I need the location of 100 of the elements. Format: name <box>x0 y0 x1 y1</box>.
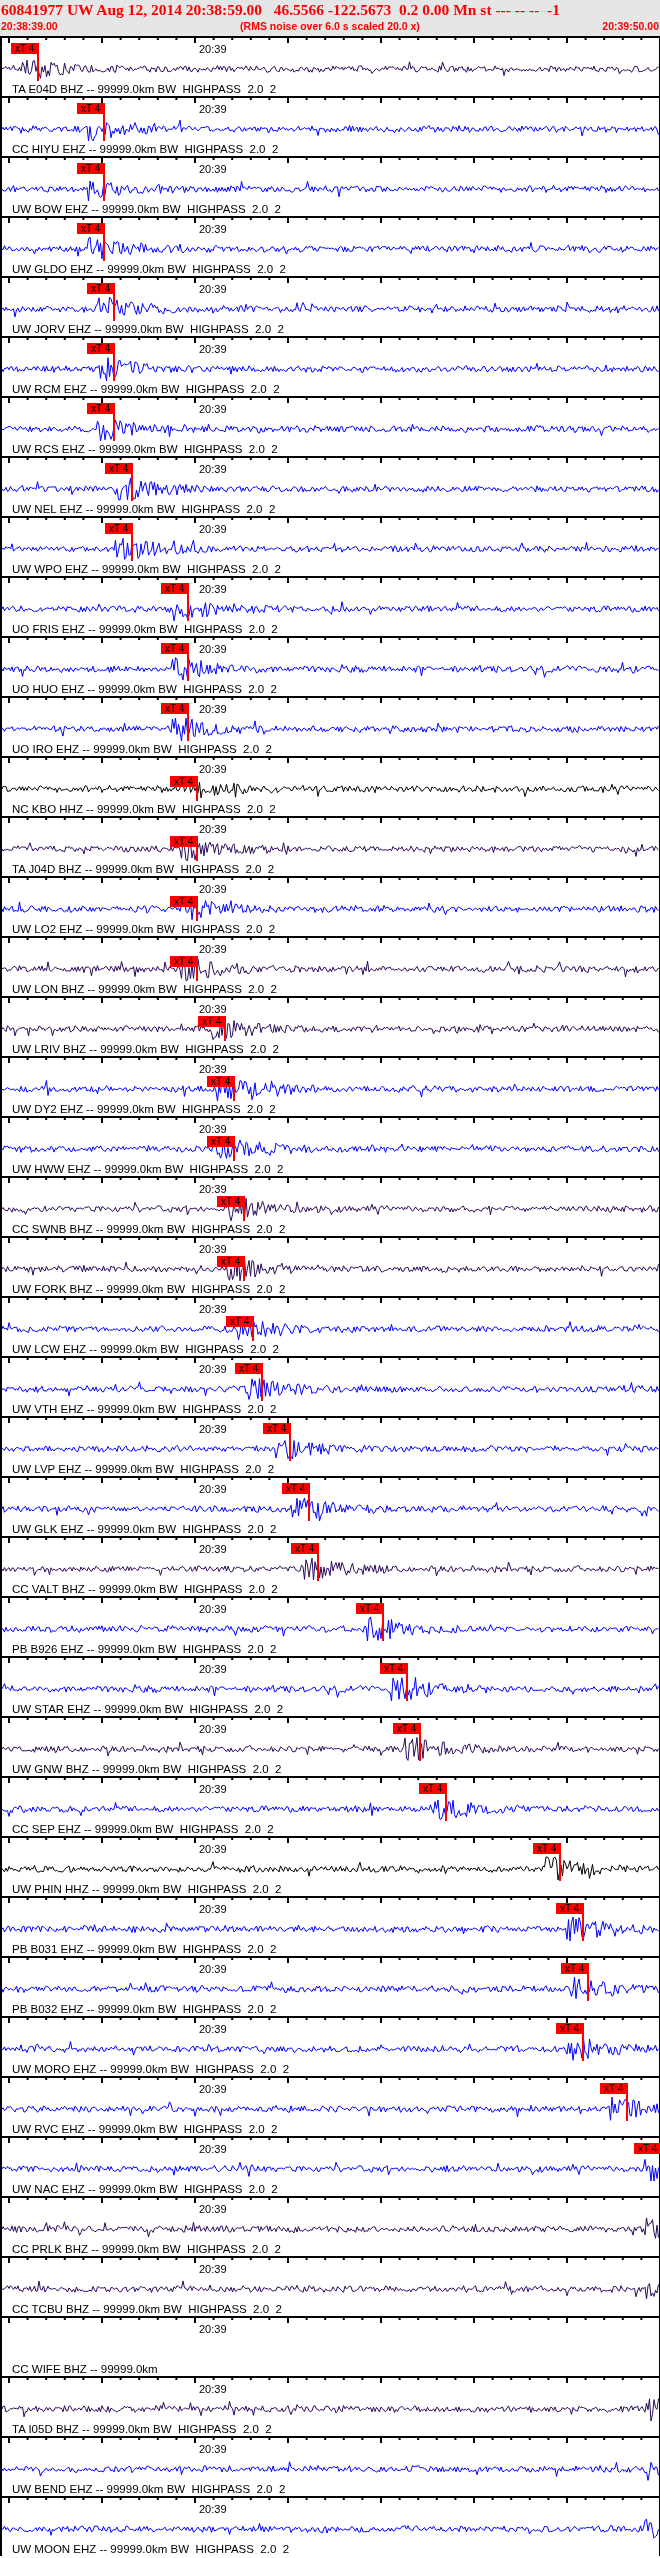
station-label: UW MOON EHZ -- 99999.0km BW HIGHPASS 2.0 2 <box>12 2543 290 2555</box>
pick-line <box>196 967 198 981</box>
time-label: 20:39 <box>199 1903 227 1916</box>
time-label: 20:39 <box>199 523 227 536</box>
pick-marker: xT 4 <box>393 1723 421 1734</box>
pick-line <box>196 847 198 861</box>
station-label: CC SWNB BHZ -- 99999.0km BW HIGHPASS 2.0 2 <box>12 1223 286 1235</box>
station-label: UW JORV EHZ -- 99999.0km BW HIGHPASS 2.0 2 <box>12 323 284 335</box>
station-label: CC TCBU BHZ -- 99999.0km BW HIGHPASS 2.0 2 <box>12 2303 282 2315</box>
time-label: 20:39 <box>199 1423 227 1436</box>
station-label: TA I05D BHZ -- 99999.0km BW HIGHPASS 2.0 2 <box>12 2423 272 2435</box>
pick-marker: xT 4 <box>380 1663 408 1674</box>
station-label: UW STAR EHZ -- 99999.0km BW HIGHPASS 2.0 2 <box>12 1703 284 1715</box>
pick-marker: xT 4 <box>77 163 105 174</box>
pick-marker: xT 4 <box>207 1136 235 1147</box>
station-label: UO FRIS EHZ -- 99999.0km BW HIGHPASS 2.0 2 <box>12 623 278 635</box>
pick-marker: xT 4 <box>419 1783 447 1794</box>
pick-line <box>233 1087 235 1101</box>
station-label: PB B031 EHZ -- 99999.0km BW HIGHPASS 2.0 2 <box>12 1943 277 1955</box>
pick-marker: xT 4 <box>161 583 189 594</box>
station-label: CC SEP EHZ -- 99999.0km BW HIGHPASS 2.0 2 <box>12 1823 274 1835</box>
pick-marker: xT 4 <box>356 1603 384 1614</box>
pick-line <box>187 654 189 681</box>
pick-marker: xT 4 <box>291 1543 319 1554</box>
time-label: 20:39 <box>199 1363 227 1376</box>
time-label: 20:39 <box>199 1783 227 1796</box>
pick-line <box>445 1794 447 1821</box>
time-label: 20:39 <box>199 1963 227 1976</box>
pick-line <box>419 1734 421 1761</box>
station-label: UW GLK EHZ -- 99999.0km BW HIGHPASS 2.0 2 <box>12 1523 277 1535</box>
station-label: CC VALT BHZ -- 99999.0km BW HIGHPASS 2.0 2 <box>12 1583 278 1595</box>
time-label: 20:39 <box>199 1543 227 1556</box>
pick-marker: xT 4 <box>207 1076 235 1087</box>
pick-line <box>196 907 198 921</box>
pick-marker: xT 4 <box>11 43 39 54</box>
station-label: UW LON BHZ -- 99999.0km BW HIGHPASS 2.0 2 <box>12 983 277 995</box>
station-label: UO HUO EHZ -- 99999.0km BW HIGHPASS 2.0 2 <box>12 683 277 695</box>
pick-line <box>406 1674 408 1701</box>
station-label: UW DY2 EHZ -- 99999.0km BW HIGHPASS 2.0 2 <box>12 1103 276 1115</box>
pick-line <box>113 294 115 321</box>
station-label: UW PHIN HHZ -- 99999.0km BW HIGHPASS 2.0 2 <box>12 1883 282 1895</box>
pick-marker: xT 4 <box>198 1016 226 1027</box>
pick-line <box>261 1374 263 1401</box>
pick-marker: xT 4 <box>77 223 105 234</box>
time-label: 20:39 <box>199 1843 227 1856</box>
time-label: 20:39 <box>199 1123 227 1136</box>
station-label: UW LRIV BHZ -- 99999.0km BW HIGHPASS 2.0 2 <box>12 1043 279 1055</box>
pick-marker: xT 4 <box>87 403 115 414</box>
pick-marker: xT 4 <box>87 343 115 354</box>
pick-marker: xT 4 <box>105 463 133 474</box>
pick-marker: xT 4 <box>235 1363 263 1374</box>
pick-marker: xT 4 <box>600 2083 628 2094</box>
time-label: 20:39 <box>199 583 227 596</box>
pick-marker: xT 4 <box>556 2023 584 2034</box>
station-label: UW GLDO EHZ -- 99999.0km BW HIGHPASS 2.0 2 <box>12 263 286 275</box>
time-label: 20:39 <box>199 2023 227 2036</box>
station-label: UW GNW BHZ -- 99999.0km BW HIGHPASS 2.0 2 <box>12 1763 282 1775</box>
time-label: 20:39 <box>199 1183 227 1196</box>
time-label: 20:39 <box>199 2083 227 2096</box>
time-label: 20:39 <box>199 2263 227 2276</box>
time-label: 20:39 <box>199 163 227 176</box>
time-label: 20:39 <box>199 823 227 836</box>
pick-line <box>559 1854 561 1881</box>
pick-marker: xT 4 <box>263 1423 291 1434</box>
station-label: UW NEL EHZ -- 99999.0km BW HIGHPASS 2.0 2 <box>12 503 276 515</box>
station-label: UW LO2 EHZ -- 99999.0km BW HIGHPASS 2.0 2 <box>12 923 276 935</box>
time-label: 20:39 <box>199 103 227 116</box>
time-label: 20:39 <box>199 1663 227 1676</box>
pick-line <box>582 2034 584 2061</box>
time-label: 20:39 <box>199 1063 227 1076</box>
station-label: CC PRLK BHZ -- 99999.0km BW HIGHPASS 2.0 2 <box>12 2243 281 2255</box>
pick-line <box>587 1974 589 2001</box>
pick-line <box>103 174 105 201</box>
station-label: NC KBO HHZ -- 99999.0km BW HIGHPASS 2.0 2 <box>12 803 276 815</box>
pick-line <box>103 234 105 261</box>
time-label: 20:39 <box>199 703 227 716</box>
scale-note: (RMS noise over 6.0 s scaled 20.0 x) <box>240 19 420 34</box>
pick-marker: xT 4 <box>282 1483 310 1494</box>
time-label: 20:39 <box>199 2503 227 2516</box>
pick-line <box>382 1614 384 1641</box>
time-label: 20:39 <box>199 343 227 356</box>
pick-line <box>224 1027 226 1041</box>
pick-line <box>308 1494 310 1521</box>
time-label: 20:39 <box>199 2203 227 2216</box>
pick-line <box>187 714 189 741</box>
pick-line <box>252 1327 254 1341</box>
station-label: UW LCW EHZ -- 99999.0km BW HIGHPASS 2.0 2 <box>12 1343 279 1355</box>
pick-line <box>103 114 105 141</box>
time-label: 20:39 <box>199 763 227 776</box>
time-label: 20:39 <box>199 2143 227 2156</box>
time-label: 20:39 <box>199 2383 227 2396</box>
pick-marker: xT 4 <box>105 523 133 534</box>
pick-marker: xT 4 <box>170 836 198 847</box>
pick-marker: xT 4 <box>634 2143 660 2154</box>
pick-marker: xT 4 <box>217 1196 245 1207</box>
pick-marker: xT 4 <box>170 896 198 907</box>
station-label: CC HIYU EHZ -- 99999.0km BW HIGHPASS 2.0 2 <box>12 143 279 155</box>
station-label: UW WPO EHZ -- 99999.0km BW HIGHPASS 2.0 2 <box>12 563 281 575</box>
pick-line <box>289 1434 291 1461</box>
station-label: UW FORK BHZ -- 99999.0km BW HIGHPASS 2.0 2 <box>12 1283 286 1295</box>
